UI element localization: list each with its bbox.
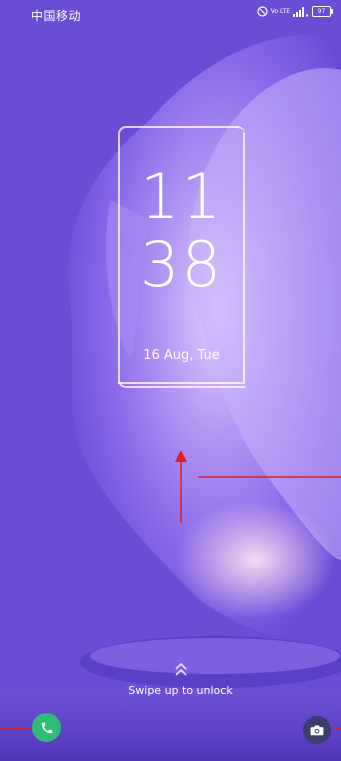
carrier-name: 中国移动 <box>31 9 82 23</box>
camera-shortcut-button[interactable] <box>303 716 331 744</box>
battery-level: 97 <box>317 8 326 15</box>
volte-icon: Vo LTE <box>270 8 290 15</box>
clock-minute: 38 <box>140 228 223 301</box>
lock-date: 16 Aug, Tue <box>143 348 220 363</box>
camera-icon <box>310 725 324 736</box>
signal-icon <box>293 6 309 17</box>
clock-hour: 11 <box>140 160 223 233</box>
phone-icon <box>41 722 52 733</box>
lock-screen: 中国移动 Vo LTE 97 11 38 16 Aug, Tue Swipe u… <box>0 0 341 761</box>
clock-frame-edge <box>118 382 245 384</box>
status-icons: Vo LTE 97 <box>257 6 333 17</box>
status-bar: 中国移动 Vo LTE 97 <box>0 0 341 26</box>
swipe-hint[interactable]: Swipe up to unlock <box>90 684 271 697</box>
phone-shortcut-button[interactable] <box>32 713 61 742</box>
nfc-icon <box>257 6 268 17</box>
battery-icon: 97 <box>312 6 333 17</box>
chevron-up-icon <box>175 662 187 676</box>
